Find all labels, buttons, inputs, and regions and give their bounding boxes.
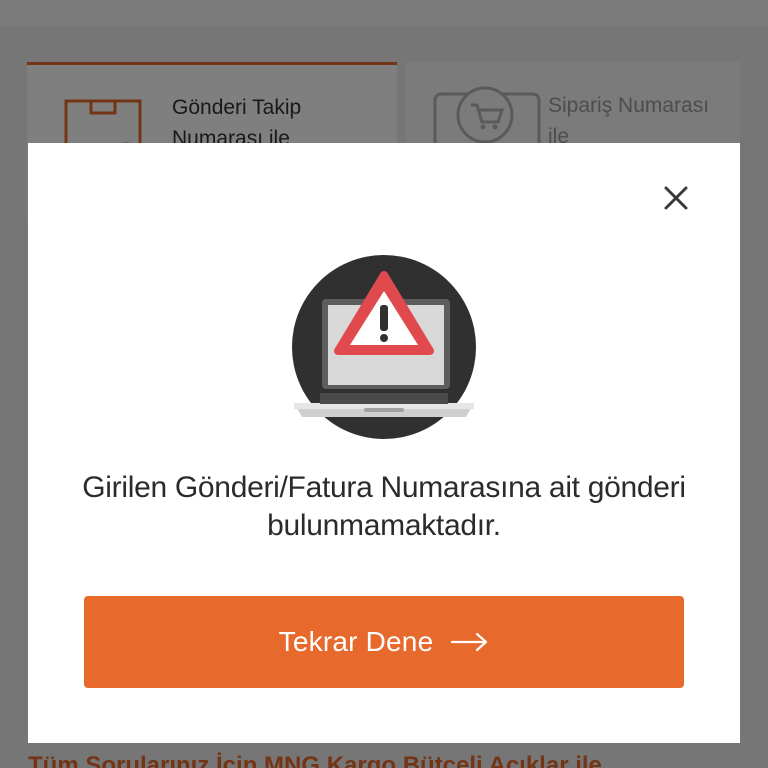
close-icon[interactable]	[658, 180, 694, 216]
retry-button-label: Tekrar Dene	[278, 626, 434, 657]
retry-button[interactable]: Tekrar Dene	[84, 596, 684, 688]
laptop-warning-icon	[292, 255, 476, 439]
error-dialog: Girilen Gönderi/Fatura Numarasına ait gö…	[28, 143, 740, 743]
error-message: Girilen Gönderi/Fatura Numarasına ait gö…	[82, 471, 686, 542]
arrow-right-icon	[451, 632, 488, 652]
